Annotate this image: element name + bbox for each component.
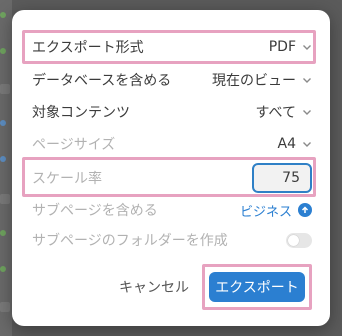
toggle-knob	[288, 234, 299, 246]
include-databases-select[interactable]: 現在のビュー	[212, 70, 312, 90]
export-button[interactable]: エクスポート	[209, 272, 305, 302]
scale-input[interactable]	[252, 163, 312, 193]
background-item	[0, 84, 10, 94]
page-size-value: A4	[277, 136, 296, 152]
arrow-up-icon	[298, 203, 312, 217]
page-size-label: ページサイズ	[32, 137, 116, 153]
background-status-dot	[0, 48, 6, 54]
background-item	[0, 302, 10, 312]
background-status-dot	[0, 230, 6, 236]
business-plan-label: ビジネス	[239, 204, 292, 220]
create-subpage-folders-row: サブページのフォルダーを作成	[12, 224, 330, 256]
content-scope-value: すべて	[255, 105, 296, 121]
export-format-row[interactable]: エクスポート形式 PDF	[12, 31, 330, 63]
create-subpage-folders-label: サブページのフォルダーを作成	[32, 233, 228, 249]
create-subpage-folders-toggle[interactable]	[286, 232, 312, 248]
business-plan-link[interactable]: ビジネス	[240, 201, 312, 220]
content-scope-label: 対象コンテンツ	[32, 105, 130, 121]
chevron-down-icon	[302, 139, 312, 149]
scale-row: スケール率	[12, 161, 330, 195]
export-dialog: エクスポート形式 PDF データベースを含める 現在のビュー 対象コンテンツ す…	[12, 10, 330, 326]
background-status-dot	[0, 12, 6, 18]
background-item	[0, 194, 10, 204]
scale-label: スケール率	[32, 171, 102, 187]
cancel-button[interactable]: キャンセル	[108, 272, 200, 302]
include-databases-value: 現在のビュー	[212, 73, 296, 89]
background-status-dot	[0, 156, 6, 162]
export-format-label: エクスポート形式	[32, 40, 144, 56]
include-subpages-label: サブページを含める	[32, 203, 158, 219]
chevron-down-icon	[302, 42, 312, 52]
page-size-select[interactable]: A4	[278, 136, 312, 152]
background-status-dot	[0, 120, 6, 126]
chevron-down-icon	[302, 107, 312, 117]
page-size-row[interactable]: ページサイズ A4	[12, 128, 330, 160]
background-status-dot	[0, 266, 6, 272]
export-format-value: PDF	[268, 39, 296, 55]
include-databases-row[interactable]: データベースを含める 現在のビュー	[12, 64, 330, 96]
include-subpages-row: サブページを含める ビジネス	[12, 194, 330, 226]
content-scope-select[interactable]: すべて	[256, 102, 312, 122]
include-databases-label: データベースを含める	[32, 73, 172, 89]
export-format-select[interactable]: PDF	[269, 39, 312, 55]
chevron-down-icon	[302, 75, 312, 85]
content-scope-row[interactable]: 対象コンテンツ すべて	[12, 96, 330, 128]
